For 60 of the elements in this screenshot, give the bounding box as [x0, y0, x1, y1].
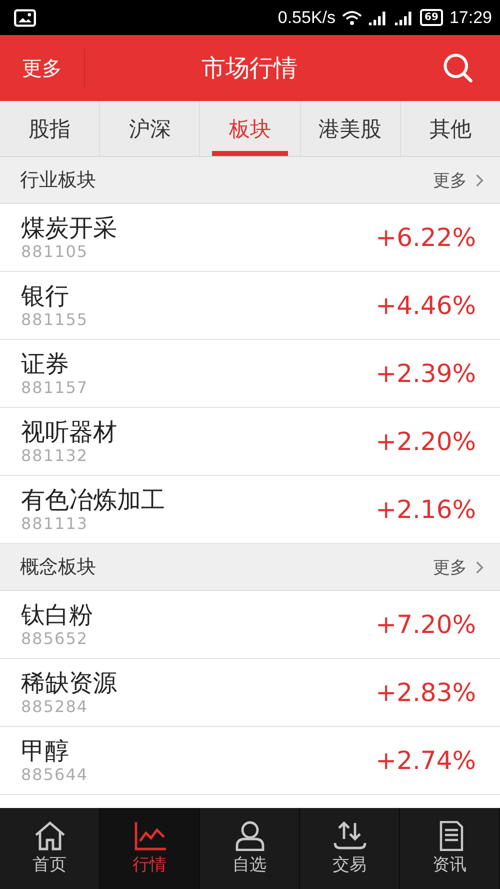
- change-percent: +2.20%: [376, 427, 476, 456]
- nav-tab[interactable]: 自选: [200, 808, 300, 889]
- sector-row[interactable]: 银行 881155 +4.46%: [0, 272, 500, 340]
- sector-row[interactable]: 视听器材 881132 +2.20%: [0, 408, 500, 476]
- more-button[interactable]: 更多: [0, 49, 85, 87]
- change-percent: +2.74%: [376, 746, 476, 775]
- sector-row[interactable]: 有色冶炼加工 881113 +2.16%: [0, 476, 500, 544]
- market-tab[interactable]: 股指: [0, 101, 100, 156]
- sector-code: 881157: [21, 378, 90, 398]
- chevron-icon: [475, 560, 484, 574]
- sector-code: 885284: [21, 696, 90, 716]
- market-tab[interactable]: 沪深: [100, 101, 200, 156]
- nav-tab[interactable]: 行情: [100, 808, 200, 889]
- sector-code: 881113: [21, 514, 90, 534]
- sector-code: 881132: [21, 446, 90, 466]
- more-link[interactable]: 更多: [433, 168, 467, 192]
- search-icon[interactable]: [442, 52, 474, 84]
- change-percent: +2.16%: [376, 495, 476, 524]
- wifi-icon: [342, 10, 362, 26]
- sector-name: 稀缺资源: [21, 668, 118, 696]
- transfer-icon: [332, 821, 366, 851]
- network-speed: 0.55K/s: [278, 8, 336, 28]
- nav-tab[interactable]: 交易: [300, 808, 400, 889]
- sector-code: 885644: [21, 764, 90, 784]
- page-title: 市场行情: [200, 53, 298, 84]
- sector-name: 证券: [21, 350, 70, 378]
- change-percent: +6.22%: [376, 223, 476, 252]
- sector-name: 煤炭开采: [21, 214, 118, 242]
- change-percent: +7.20%: [376, 610, 476, 639]
- sector-name: 甲醇: [21, 736, 70, 764]
- sector-name: 视听器材: [21, 418, 118, 446]
- market-tab[interactable]: 其他: [400, 101, 500, 156]
- sector-code: 881105: [21, 242, 90, 262]
- sector-row[interactable]: 煤炭开采 881105 +6.22%: [0, 204, 500, 272]
- market-tab[interactable]: 港美股: [300, 101, 401, 156]
- line-chart-icon: [132, 821, 166, 851]
- section-title: 行业板块: [20, 168, 96, 193]
- sector-row[interactable]: 稀缺资源 885284 +2.83%: [0, 659, 500, 727]
- signal-icon: [368, 10, 388, 26]
- chevron-icon: [475, 172, 484, 188]
- more-link[interactable]: 更多: [433, 556, 467, 578]
- sector-code: 885652: [21, 628, 90, 648]
- clock: 17:29: [449, 8, 492, 28]
- change-percent: +4.46%: [376, 291, 476, 320]
- sector-code: 881155: [21, 310, 90, 330]
- sector-name: 有色冶炼加工: [21, 486, 166, 514]
- sector-row[interactable]: 钛白粉 885652 +7.20%: [0, 591, 500, 659]
- section-title: 概念板块: [20, 555, 96, 580]
- signal-icon: [394, 10, 414, 26]
- change-percent: +2.39%: [376, 359, 476, 388]
- market-tab[interactable]: 板块: [200, 101, 301, 156]
- change-percent: +2.83%: [376, 678, 476, 707]
- sector-name: 钛白粉: [21, 600, 94, 628]
- image-icon: [14, 8, 36, 26]
- house-icon: [32, 821, 66, 851]
- sector-row[interactable]: 甲醇 885644 +2.74%: [0, 727, 500, 795]
- nav-tab[interactable]: 资讯: [400, 808, 500, 889]
- battery-indicator: 69: [420, 9, 444, 26]
- sector-row[interactable]: 证券 881157 +2.39%: [0, 340, 500, 408]
- sector-name: 银行: [21, 282, 70, 310]
